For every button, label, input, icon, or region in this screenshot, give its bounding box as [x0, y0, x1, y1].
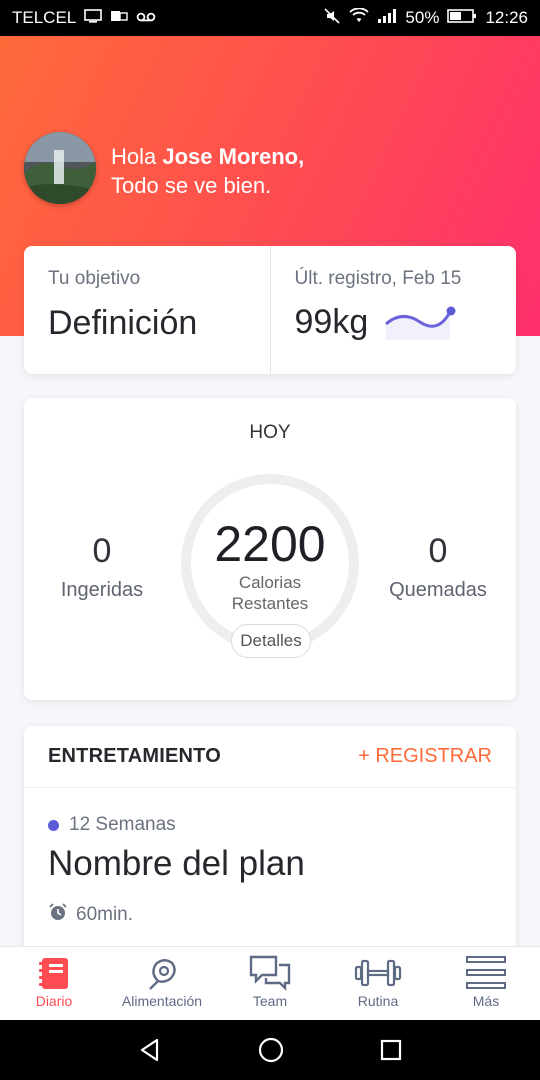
- tab-alimentacion-label: Alimentación: [121, 993, 203, 1009]
- clock-label: 12:26: [485, 8, 528, 27]
- tab-team[interactable]: Team: [216, 947, 324, 1020]
- weight-section[interactable]: Últ. registro, Feb 15 99kg: [269, 246, 517, 374]
- user-name: Jose Moreno,: [162, 144, 305, 169]
- greeting: Hola Jose Moreno, Todo se ve bien.: [111, 142, 304, 200]
- calories-center: 2200 Calorias Restantes: [179, 516, 361, 614]
- notebook-icon: [39, 958, 68, 989]
- burned-label: Quemadas: [389, 579, 487, 601]
- outlook-icon: [110, 8, 128, 28]
- avatar[interactable]: [24, 132, 96, 204]
- plan-duration-label: 60min.: [76, 904, 134, 925]
- recents-icon[interactable]: [379, 1038, 403, 1062]
- plan-duration: 60min.: [48, 902, 133, 928]
- remaining-calories-value: 2200: [214, 516, 326, 572]
- burned-stat[interactable]: 0 Quemadas: [358, 532, 518, 602]
- remaining-label-2: Restantes: [231, 594, 309, 613]
- alarm-clock-icon: [48, 902, 68, 928]
- tab-rutina[interactable]: Rutina: [324, 947, 432, 1020]
- ingested-label: Ingeridas: [60, 579, 144, 601]
- meat-icon: [149, 959, 176, 990]
- mute-icon: [323, 7, 341, 30]
- carrier-label: TELCEL: [12, 8, 77, 27]
- weight-trend-sparkline: [385, 306, 456, 340]
- goal-card: Tu objetivo Definición Últ. registro, Fe…: [24, 246, 516, 374]
- chat-bubbles-icon: [249, 955, 291, 991]
- weight-value: 99kg: [294, 302, 369, 341]
- status-bar: TELCEL 50% 12:26: [0, 0, 540, 36]
- plan-dot: [48, 819, 59, 831]
- tab-team-label: Team: [252, 993, 288, 1009]
- greeting-line: Hola Jose Moreno,: [111, 142, 304, 171]
- plan-weeks-label: 12 Semanas: [69, 814, 176, 835]
- plan-header: ENTRETAMIENTO + REGISTRAR: [24, 726, 516, 788]
- register-button[interactable]: + REGISTRAR: [358, 745, 492, 768]
- tab-mas-label: Más: [472, 993, 500, 1009]
- today-card: HOY 0 Ingeridas 2200 Calorias Restantes …: [22, 398, 540, 724]
- bottom-tab-bar: Diario Alimentación Team Rutina Más: [0, 946, 540, 1020]
- goal-label: Tu objetivo: [48, 268, 141, 289]
- signal-icon: [377, 8, 397, 29]
- status-left: TELCEL: [12, 8, 156, 28]
- tab-mas[interactable]: Más: [432, 947, 540, 1020]
- goal-value: Definición: [48, 304, 198, 342]
- wifi-icon: [349, 7, 370, 29]
- remaining-label-1: Calorias: [238, 573, 302, 592]
- system-nav-bar: [0, 1020, 540, 1080]
- tab-alimentacion[interactable]: Alimentación: [108, 947, 216, 1020]
- battery-icon: [447, 8, 477, 29]
- dumbbell-icon: [354, 959, 402, 987]
- status-right: 50% 12:26: [323, 7, 528, 30]
- last-record-label: Últ. registro, Feb 15: [294, 268, 462, 289]
- battery-label: 50%: [405, 8, 440, 27]
- plan-name[interactable]: Nombre del plan: [48, 844, 305, 884]
- greeting-subtitle: Todo se ve bien.: [111, 173, 272, 198]
- details-button[interactable]: Detalles: [231, 624, 311, 658]
- home-icon[interactable]: [257, 1036, 285, 1064]
- greeting-hello: Hola: [111, 144, 157, 169]
- voicemail-icon: [136, 8, 156, 28]
- plan-card: ENTRETAMIENTO + REGISTRAR 12 Semanas Nom…: [24, 726, 516, 966]
- plan-weeks: 12 Semanas: [48, 814, 176, 836]
- menu-icon: [466, 956, 506, 989]
- goal-section[interactable]: Tu objetivo Definición: [24, 246, 270, 374]
- avatar-photo: [24, 132, 96, 204]
- tab-rutina-label: Rutina: [357, 993, 399, 1009]
- back-icon[interactable]: [137, 1037, 163, 1063]
- tab-diario[interactable]: Diario: [0, 947, 108, 1020]
- burned-value: 0: [428, 532, 448, 570]
- plan-section-title: ENTRETAMIENTO: [48, 745, 221, 767]
- screen-icon: [84, 8, 103, 28]
- weight-row: 99kg: [295, 302, 493, 342]
- tab-diario-label: Diario: [35, 993, 73, 1009]
- ingested-stat[interactable]: 0 Ingeridas: [22, 532, 182, 602]
- ingested-value: 0: [92, 532, 112, 570]
- today-title: HOY: [249, 422, 291, 443]
